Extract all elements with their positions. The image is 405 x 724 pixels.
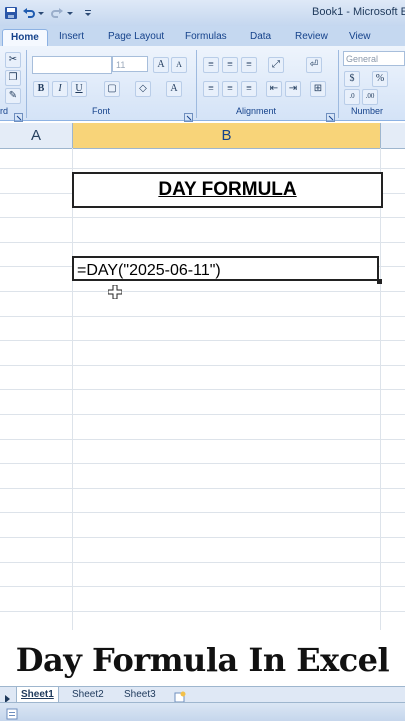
fill-color-icon[interactable]: ◇ [135,81,151,97]
tab-insert[interactable]: Insert [59,29,84,46]
title-cell[interactable]: DAY FORMULA [72,172,383,208]
row-divider [0,439,405,440]
increase-indent-icon[interactable]: ⇥ [285,81,301,97]
sheet-tab-sheet3[interactable]: Sheet3 [124,687,156,702]
row-divider [0,242,405,243]
row-divider [0,291,405,292]
tab-data[interactable]: Data [250,29,271,46]
tab-home[interactable]: Home [2,29,48,47]
row-divider [0,611,405,612]
font-size-value: 11 [116,60,126,70]
row-divider [0,340,405,341]
undo-dropdown-icon[interactable] [37,5,45,19]
save-icon[interactable] [4,5,18,19]
row-divider [0,463,405,464]
copy-icon[interactable]: ❐ [5,70,21,86]
font-size-input[interactable]: 11 [112,56,148,72]
merge-center-icon[interactable]: ⊞ [310,81,326,97]
align-bottom-icon[interactable]: ≡ [241,57,257,73]
font-name-input[interactable] [32,56,112,74]
cell-cursor-icon [107,284,123,300]
format-painter-icon[interactable]: ✎ [5,88,21,104]
number-format-select[interactable]: General [343,51,405,66]
clipboard-launcher-icon[interactable] [14,107,23,122]
italic-button[interactable]: I [52,81,68,97]
title-bar: Book1 - Microsoft Ex [0,0,405,26]
sheet-tab-bar: Sheet1 Sheet2 Sheet3 [0,686,405,703]
redo-dropdown-icon[interactable] [66,5,74,19]
row-divider [0,537,405,538]
align-left-icon[interactable]: ≡ [203,81,219,97]
tab-review[interactable]: Review [295,29,328,46]
currency-icon[interactable]: $ [344,71,360,87]
row-divider [0,414,405,415]
status-ready-icon [6,705,18,720]
cut-icon[interactable]: ✂ [5,52,21,68]
row-divider [0,365,405,366]
decrease-indent-icon[interactable]: ⇤ [266,81,282,97]
status-bar [0,702,405,721]
percent-button[interactable]: % [372,71,388,87]
clipboard-group-label: rd [0,106,9,116]
window-title: Book1 - Microsoft Ex [312,6,405,18]
shrink-font-button[interactable]: A [171,57,187,73]
group-separator [338,50,339,118]
ribbon: ✂ ❐ ✎ rd 11 A A B I U ▢ ◇ A Font ≡ ≡ ≡ ⤢… [0,46,405,122]
video-caption: Day Formula In Excel [0,632,405,688]
sheet-tab-sheet1[interactable]: Sheet1 [16,687,59,703]
borders-icon[interactable]: ▢ [104,81,120,97]
customize-toolbar-icon[interactable] [84,5,92,19]
row-divider [0,488,405,489]
align-middle-icon[interactable]: ≡ [222,57,238,73]
underline-button[interactable]: U [71,81,87,97]
sheet-nav-icon[interactable] [2,689,12,703]
column-header-b[interactable]: B [73,123,381,149]
row-divider [0,562,405,563]
font-group-label: Font [92,106,111,116]
tab-view[interactable]: View [349,29,371,46]
font-launcher-icon[interactable] [184,107,193,122]
row-divider [0,586,405,587]
undo-icon[interactable] [22,5,36,19]
row-divider [0,217,405,218]
row-divider [0,512,405,513]
number-format-value: General [346,54,379,64]
increase-decimal-icon[interactable]: .0 [344,89,360,105]
column-header-c[interactable] [381,123,405,149]
row-divider [0,316,405,317]
orientation-icon[interactable]: ⤢ [268,57,284,73]
align-top-icon[interactable]: ≡ [203,57,219,73]
worksheet-grid[interactable] [0,148,405,630]
row-divider [0,389,405,390]
decrease-decimal-icon[interactable]: .00 [362,89,378,105]
row-divider [0,168,405,169]
formula-cell[interactable]: =DAY("2025-06-11") [72,256,379,281]
grow-font-button[interactable]: A [153,57,169,73]
redo-icon[interactable] [50,5,64,19]
alignment-launcher-icon[interactable] [326,107,335,122]
align-center-icon[interactable]: ≡ [222,81,238,97]
insert-sheet-icon[interactable] [174,688,186,703]
column-header-a[interactable]: A [0,123,73,149]
alignment-group-label: Alignment [236,106,277,116]
fill-handle[interactable] [377,279,382,284]
font-color-icon[interactable]: A [166,81,182,97]
group-separator [196,50,197,118]
number-group-label: Number [351,106,384,116]
group-separator [26,50,27,118]
bold-button[interactable]: B [33,81,49,97]
sheet-tab-sheet2[interactable]: Sheet2 [72,687,104,702]
align-right-icon[interactable]: ≡ [241,81,257,97]
tab-page-layout[interactable]: Page Layout [108,29,164,46]
ribbon-tabs: Home Insert Page Layout Formulas Data Re… [0,26,405,47]
wrap-text-icon[interactable]: ⏎ [306,57,322,73]
tab-formulas[interactable]: Formulas [185,29,227,46]
